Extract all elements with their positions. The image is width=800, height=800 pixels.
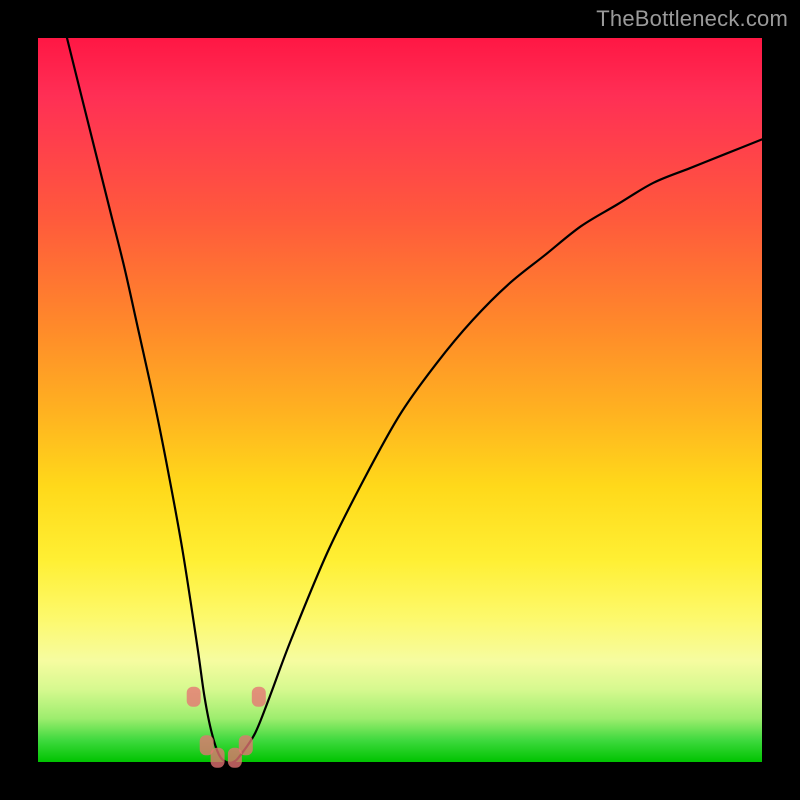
- bottleneck-curve: [67, 38, 762, 763]
- chart-frame: TheBottleneck.com: [0, 0, 800, 800]
- curve-marker: [211, 748, 225, 768]
- plot-area: [38, 38, 762, 762]
- curve-marker: [187, 687, 201, 707]
- curve-marker: [239, 735, 253, 755]
- marker-group: [187, 687, 266, 768]
- curve-marker: [252, 687, 266, 707]
- chart-svg: [38, 38, 762, 762]
- watermark-text: TheBottleneck.com: [596, 6, 788, 32]
